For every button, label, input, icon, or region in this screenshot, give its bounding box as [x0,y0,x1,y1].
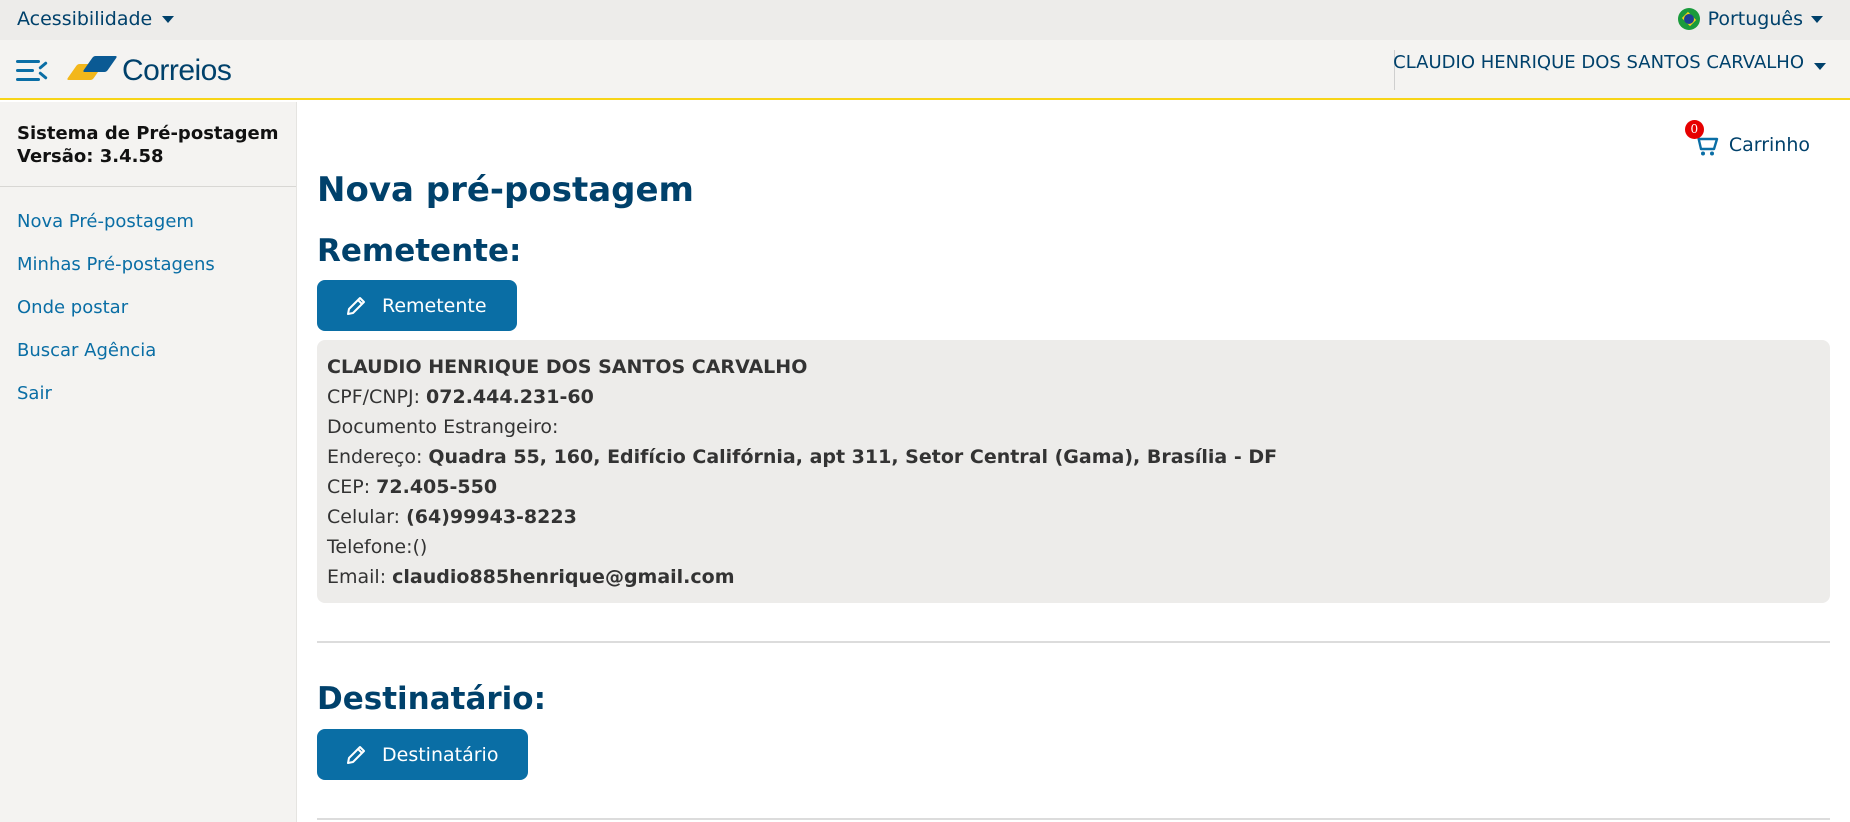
chevron-down-icon [1811,15,1823,23]
sender-cep-row: CEP: 72.405-550 [327,476,498,498]
chevron-down-icon [162,15,175,23]
cart-count-badge: 0 [1684,120,1704,139]
sidebar-item-onde-postar[interactable]: Onde postar [0,297,296,340]
sender-details-card: CLAUDIO HENRIQUE DOS SANTOS CARVALHO CPF… [317,340,1830,603]
sender-heading: Remetente: [317,233,522,269]
sender-address: Quadra 55, 160, Edifício Califórnia, apt… [428,446,1278,468]
accessibility-menu[interactable]: Acessibilidade [17,8,175,30]
sender-mobile-row: Celular: (64)99943-8223 [327,506,577,528]
section-divider [317,641,1830,643]
edit-sender-label: Remetente [382,294,487,317]
brazil-flag-icon [1677,8,1700,30]
sender-mobile: (64)99943-8223 [406,506,577,528]
recipient-heading: Destinatário: [317,681,546,717]
section-divider [317,818,1830,820]
sender-address-row: Endereço: Quadra 55, 160, Edifício Calif… [327,446,1278,468]
system-title: Sistema de Pré-postagem [17,123,279,144]
edit-recipient-button[interactable]: Destinatário [317,729,529,780]
edit-recipient-label: Destinatário [382,743,499,766]
edit-sender-button[interactable]: Remetente [317,280,517,331]
sender-cpf-row: CPF/CNPJ: 072.444.231-60 [327,386,594,408]
accessibility-bar: Acessibilidade Português [0,0,1850,40]
accessibility-label: Acessibilidade [17,8,153,30]
sidebar-item-nova-pre-postagem[interactable]: Nova Pré-postagem [0,211,296,254]
sender-email: claudio885henrique@gmail.com [392,566,735,588]
page-title: Nova pré-postagem [317,170,694,210]
cart-link[interactable]: 0 Carrinho [1684,120,1810,157]
correios-logo[interactable]: Correios [66,54,232,88]
sender-name: CLAUDIO HENRIQUE DOS SANTOS CARVALHO [327,356,808,378]
sender-cep: 72.405-550 [376,476,498,498]
sidebar: Sistema de Pré-postagem Versão: 3.4.58 N… [0,102,297,822]
cart-icon: 0 [1684,120,1719,157]
pencil-icon [347,296,365,315]
system-info: Sistema de Pré-postagem Versão: 3.4.58 [0,102,296,187]
user-name: CLAUDIO HENRIQUE DOS SANTOS CARVALHO [1393,52,1804,73]
language-label: Português [1707,8,1803,30]
user-menu[interactable]: CLAUDIO HENRIQUE DOS SANTOS CARVALHO [1393,52,1826,73]
pencil-icon [347,745,365,764]
sidebar-item-minhas-pre-postagens[interactable]: Minhas Pré-postagens [0,254,296,297]
sender-phone: Telefone:() [327,536,428,558]
sender-cpf: 072.444.231-60 [426,386,594,408]
chevron-down-icon [1814,63,1826,70]
sidebar-item-sair[interactable]: Sair [0,383,296,426]
sidebar-item-buscar-agencia[interactable]: Buscar Agência [0,340,296,383]
correios-logo-icon [66,54,118,88]
cart-label: Carrinho [1728,134,1810,156]
sidebar-nav: Nova Pré-postagem Minhas Pré-postagens O… [0,187,296,426]
sender-foreign-doc: Documento Estrangeiro: [327,416,559,438]
menu-toggle-icon[interactable] [16,60,48,84]
system-version: Versão: 3.4.58 [17,146,164,167]
language-selector[interactable]: Português [1677,8,1823,30]
main-content: 0 Carrinho Nova pré-postagem Remetente: … [317,102,1830,822]
sender-email-row: Email: claudio885henrique@gmail.com [327,566,735,588]
app-header: Correios CLAUDIO HENRIQUE DOS SANTOS CAR… [0,40,1850,100]
brand-name: Correios [122,54,232,87]
